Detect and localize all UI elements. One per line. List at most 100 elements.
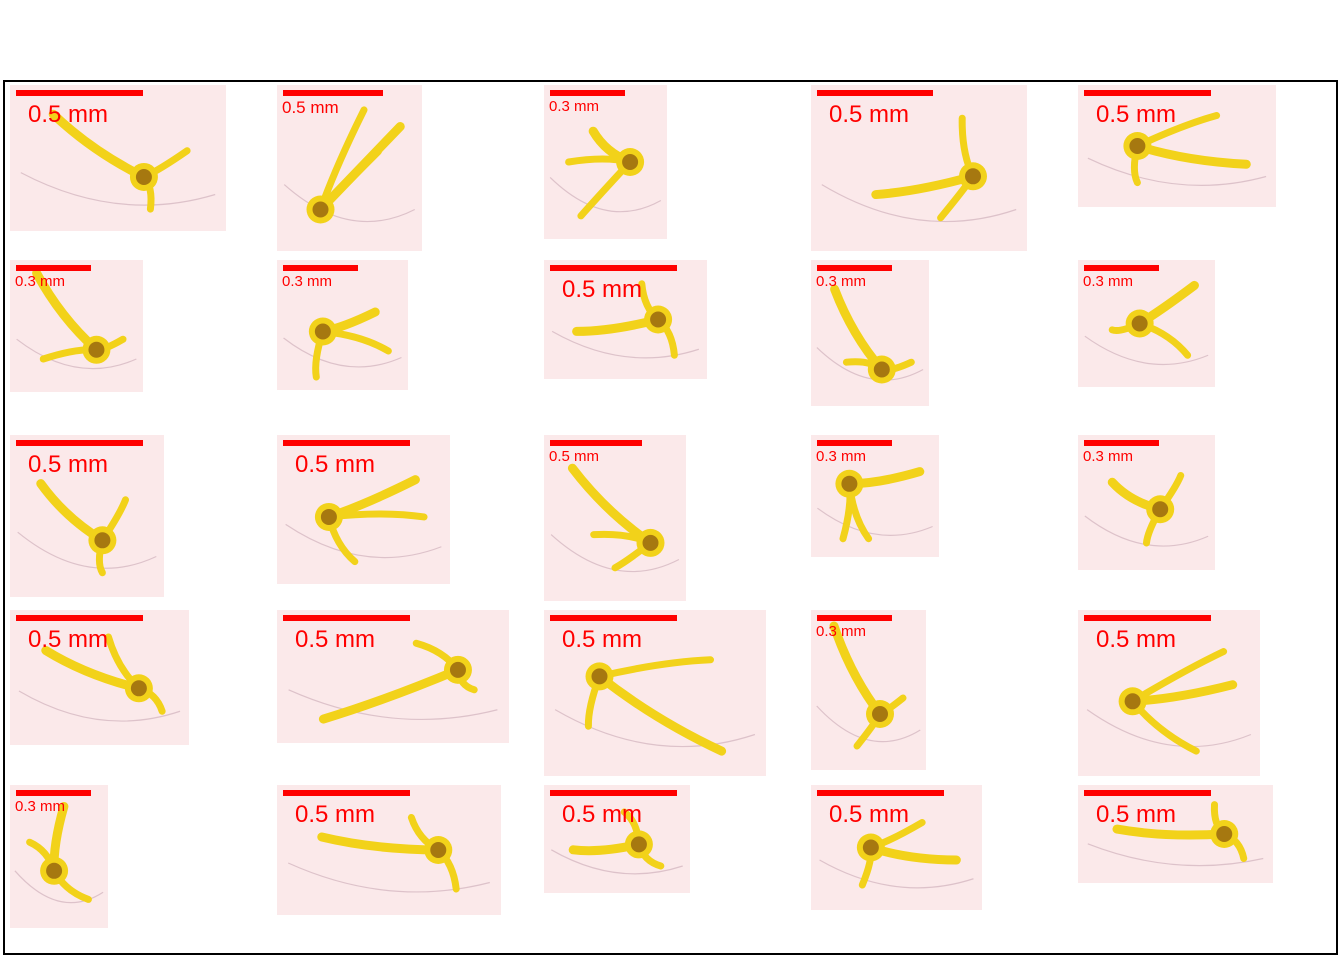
scale-bar [1084, 440, 1159, 446]
scale-bar [16, 90, 143, 96]
scale-bar-label: 0.5 mm [28, 626, 109, 653]
specimen-panel: 0.5 mm [811, 785, 982, 910]
scale-bar [283, 90, 383, 96]
specimen-arm [1112, 824, 1229, 840]
scale-bar-label: 0.3 mm [282, 273, 333, 290]
specimen-outline [20, 172, 216, 206]
specimen-panel: 0.3 mm [1078, 260, 1215, 387]
specimen-core [312, 201, 329, 218]
scale-bar-label: 0.3 mm [15, 273, 66, 290]
scale-bar-label: 0.3 mm [549, 98, 600, 115]
specimen-panel: 0.3 mm [277, 260, 408, 390]
specimen-panel: 0.3 mm [10, 260, 143, 392]
scale-bar-label: 0.5 mm [1096, 801, 1177, 828]
specimen-arm [325, 510, 428, 521]
specimen-panel: 0.5 mm [277, 435, 450, 584]
scale-bar [817, 265, 892, 271]
specimen-panel: 0.5 mm [10, 435, 164, 597]
scale-bar-label: 0.3 mm [15, 798, 66, 815]
specimen-core [841, 475, 858, 492]
specimen-panel: 0.5 mm [1078, 785, 1273, 883]
scale-bar [283, 440, 410, 446]
specimen-outline [287, 862, 490, 893]
specimen-panel: 0.3 mm [811, 435, 939, 557]
scale-bar-label: 0.5 mm [282, 98, 339, 117]
specimen-core [622, 154, 639, 170]
scale-bar [283, 790, 410, 796]
specimen-outline [549, 176, 662, 213]
specimen-core [94, 532, 111, 549]
scale-bar [550, 615, 677, 621]
scale-bar [16, 790, 91, 796]
scale-bar-label: 0.5 mm [28, 451, 109, 478]
specimen-panel: 0.5 mm [544, 260, 707, 379]
specimen-panel: 0.5 mm [544, 785, 690, 893]
specimen-panel: 0.5 mm [277, 85, 422, 251]
scale-bar [817, 615, 892, 621]
specimen-core [862, 839, 879, 856]
specimen-panel: 0.5 mm [10, 85, 226, 231]
specimen-outline [283, 337, 402, 368]
scale-bar [550, 90, 625, 96]
scale-bar-label: 0.5 mm [295, 801, 376, 828]
scale-bar-label: 0.3 mm [816, 623, 867, 640]
specimen-core [642, 534, 659, 551]
scale-bar [1084, 790, 1211, 796]
specimen-panel: 0.5 mm [811, 85, 1027, 251]
scale-bar-label: 0.5 mm [829, 101, 910, 128]
scale-bar-label: 0.5 mm [295, 451, 376, 478]
specimen-core [1152, 501, 1169, 518]
specimen-panel: 0.3 mm [811, 260, 929, 406]
scale-bar [550, 790, 677, 796]
specimen-panel: 0.3 mm [811, 610, 926, 770]
specimen-outline [1086, 709, 1252, 748]
specimen-core [1216, 826, 1233, 842]
specimen-core [130, 680, 147, 697]
specimen-outline [283, 184, 416, 223]
specimen-core [320, 508, 337, 525]
specimen-arm [317, 106, 368, 213]
specimen-outline [17, 531, 157, 569]
specimen-core [314, 323, 331, 340]
scale-bar-label: 0.3 mm [1083, 273, 1134, 290]
specimen-panel: 0.3 mm [1078, 435, 1215, 570]
scale-bar [550, 265, 677, 271]
scale-bar-label: 0.5 mm [1096, 626, 1177, 653]
specimen-arm [596, 656, 714, 680]
specimen-core [135, 168, 152, 185]
specimen-panel: 0.5 mm [1078, 610, 1260, 776]
scale-bar [16, 615, 143, 621]
specimen-core [650, 311, 667, 328]
scale-bar-label: 0.5 mm [562, 276, 643, 303]
specimen-panel: 0.3 mm [10, 785, 108, 928]
specimen-panel: 0.5 mm [544, 435, 686, 601]
specimen-panel: 0.5 mm [277, 610, 509, 743]
specimen-panel: 0.5 mm [1078, 85, 1276, 207]
specimen-core [1131, 315, 1148, 332]
specimen-core [46, 862, 63, 879]
scale-bar-label: 0.3 mm [816, 273, 867, 290]
scale-bar [16, 265, 91, 271]
specimen-core [965, 168, 981, 185]
scale-bar-label: 0.5 mm [1096, 101, 1177, 128]
scale-bar-label: 0.5 mm [549, 448, 600, 465]
specimen-core [630, 836, 647, 853]
scale-bar [283, 265, 358, 271]
specimen-core [1124, 693, 1141, 710]
scale-bar [817, 90, 933, 96]
scale-bar [16, 440, 143, 446]
specimen-arm [1132, 141, 1251, 169]
specimen-core [872, 706, 888, 722]
specimen-arm [318, 665, 463, 724]
scale-bar-label: 0.5 mm [562, 801, 643, 828]
specimen-core [430, 842, 447, 858]
scale-bar [1084, 265, 1159, 271]
scale-bar-label: 0.3 mm [1083, 448, 1134, 465]
scale-bar-label: 0.3 mm [816, 448, 867, 465]
scale-bar [1084, 615, 1211, 621]
specimen-arm [595, 671, 727, 756]
specimen-core [1129, 138, 1146, 154]
scale-bar-label: 0.5 mm [28, 101, 109, 128]
scale-bar [817, 790, 944, 796]
scale-bar-label: 0.5 mm [295, 626, 376, 653]
